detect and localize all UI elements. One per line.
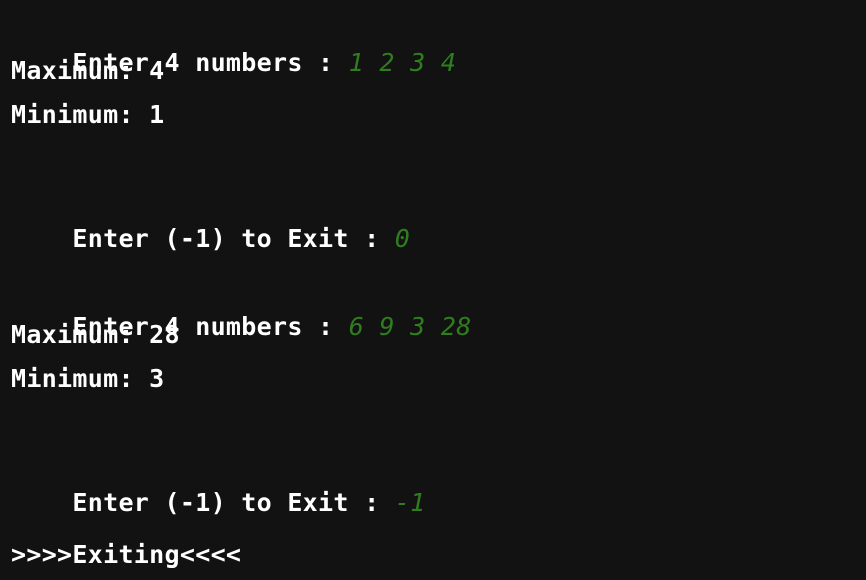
prompt-line-exit: Enter (-1) to Exit : -1 [11,449,855,517]
output-line-minimum: Minimum: 3 [11,364,165,393]
user-input-text: 0 [394,224,411,253]
prompt-line-exit: Enter (-1) to Exit : 0 [11,185,855,253]
prompt-line-numbers: Enter 4 numbers : 6 9 3 28 [11,273,855,341]
console-output[interactable]: Enter 4 numbers : 1 2 3 4 Maximum: 4 Min… [0,0,866,580]
prompt-line-numbers: Enter 4 numbers : 1 2 3 4 [11,9,855,77]
prompt-text: Enter (-1) to Exit : [72,224,395,253]
user-input-text: 1 2 3 4 [348,48,457,77]
output-line-exiting: >>>>Exiting<<<< [11,540,242,569]
prompt-text: Enter (-1) to Exit : [72,488,395,517]
output-line-minimum: Minimum: 1 [11,100,165,129]
user-input-text: -1 [394,488,426,517]
user-input-text: 6 9 3 28 [348,312,472,341]
